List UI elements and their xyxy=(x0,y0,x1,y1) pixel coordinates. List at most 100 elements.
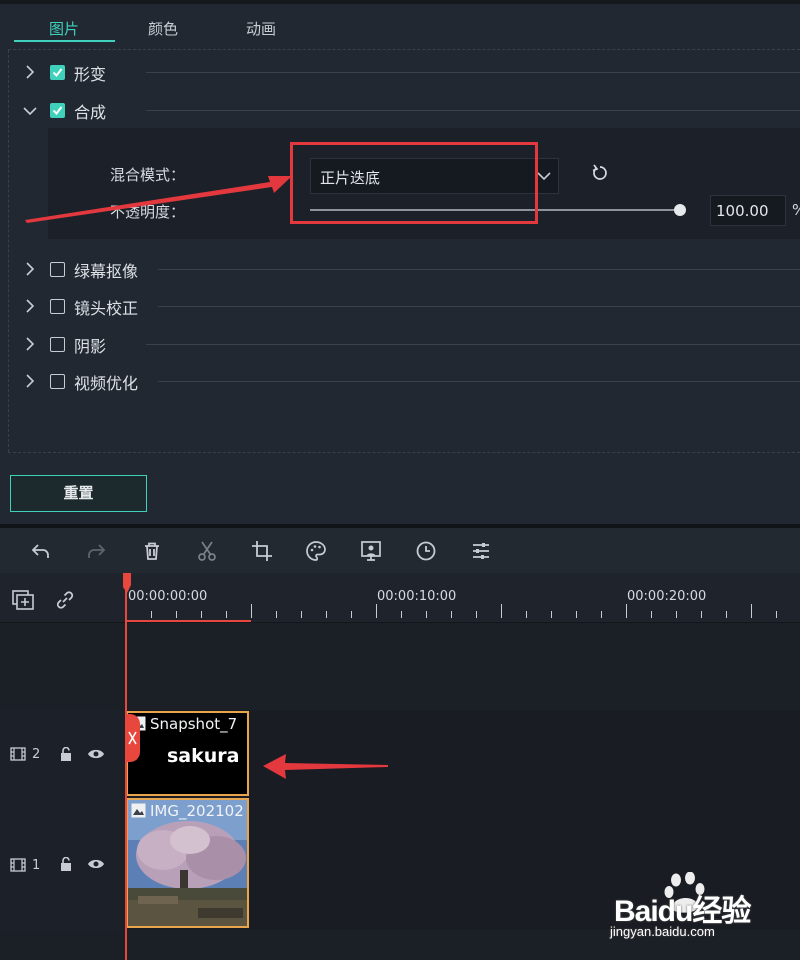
timecode-label: 00:00:10:00 xyxy=(377,589,457,604)
green-screen-icon[interactable] xyxy=(359,539,383,563)
section-shadow[interactable]: 阴影 xyxy=(0,330,800,360)
watermark-url: jingyan.baidu.com xyxy=(610,924,715,939)
tabs-divider xyxy=(8,49,800,50)
section-label: 阴影 xyxy=(74,337,107,356)
clip-text: sakura xyxy=(167,745,240,767)
ruler-tick xyxy=(401,611,402,618)
ruler-tick xyxy=(701,611,702,618)
color-palette-icon[interactable] xyxy=(304,539,328,563)
ruler-tick xyxy=(651,611,652,618)
clip-edit-marker[interactable] xyxy=(126,714,140,762)
lens-correction-checkbox[interactable] xyxy=(50,299,65,314)
chevron-right-icon[interactable] xyxy=(24,299,36,313)
properties-panel: 图片 颜色 动画 形变 合成 混合模式： 正片迭底 不透明度： 100.00 %… xyxy=(0,0,800,524)
link-icon[interactable] xyxy=(53,588,77,612)
timecode-label: 00:00:20:00 xyxy=(627,589,707,604)
playhead-handle[interactable] xyxy=(123,573,133,595)
film-icon xyxy=(10,858,26,872)
video-enhance-checkbox[interactable] xyxy=(50,374,65,389)
timeline-ruler[interactable]: 00:00:00:00 00:00:10:00 00:00:20:00 xyxy=(125,573,800,623)
chevron-right-icon[interactable] xyxy=(24,65,36,79)
opacity-input[interactable]: 100.00 xyxy=(710,195,786,226)
panel-top-edge xyxy=(0,0,800,4)
section-video-enhance[interactable]: 视频优化 xyxy=(0,367,800,397)
image-thumbnail-icon xyxy=(131,803,146,818)
section-divider xyxy=(146,72,800,73)
ruler-tick xyxy=(201,611,202,618)
undo-icon[interactable] xyxy=(29,539,53,563)
track-number: 1 xyxy=(32,858,41,873)
transform-checkbox[interactable] xyxy=(50,65,65,80)
ruler-tick xyxy=(376,604,377,618)
shadow-checkbox[interactable] xyxy=(50,337,65,352)
unlock-icon[interactable] xyxy=(59,857,73,872)
playhead[interactable] xyxy=(125,573,127,960)
track-header: 1 xyxy=(0,798,125,930)
section-transform[interactable]: 形变 xyxy=(0,58,800,88)
clip-title: Snapshot_7 xyxy=(150,715,238,733)
chroma-key-checkbox[interactable] xyxy=(50,262,65,277)
ruler-tick xyxy=(626,604,627,618)
section-divider xyxy=(146,110,800,111)
unlock-icon[interactable] xyxy=(59,747,73,762)
clip-snapshot[interactable]: Snapshot_7 sakura xyxy=(126,711,249,796)
timeline-toolbar xyxy=(0,528,800,573)
empty-track-area[interactable] xyxy=(0,623,800,710)
section-composite[interactable]: 合成 xyxy=(0,96,800,126)
ruler-tick xyxy=(226,611,227,618)
ruler-tick xyxy=(351,611,352,618)
section-label: 绿幕抠像 xyxy=(74,262,139,281)
composite-checkbox[interactable] xyxy=(50,103,65,118)
delete-icon[interactable] xyxy=(140,539,164,563)
opacity-value: 100.00 xyxy=(716,202,769,220)
adjust-sliders-icon[interactable] xyxy=(469,539,493,563)
section-lens-correction[interactable]: 镜头校正 xyxy=(0,292,800,322)
eye-icon[interactable] xyxy=(87,858,105,870)
tab-color[interactable]: 颜色 xyxy=(113,18,213,42)
panel-border-bottom xyxy=(8,452,800,453)
section-label: 视频优化 xyxy=(74,374,139,393)
section-label: 镜头校正 xyxy=(74,299,139,318)
ruler-tick xyxy=(676,611,677,618)
ruler-tick xyxy=(426,611,427,618)
chevron-down-icon[interactable] xyxy=(23,105,37,117)
film-icon xyxy=(10,747,26,761)
ruler-tick xyxy=(151,611,152,618)
clip-title: IMG_202102 xyxy=(150,802,244,820)
reset-icon[interactable] xyxy=(590,163,610,183)
crop-icon[interactable] xyxy=(250,539,274,563)
chevron-right-icon[interactable] xyxy=(24,374,36,388)
speed-clock-icon[interactable] xyxy=(414,539,438,563)
eye-icon[interactable] xyxy=(87,748,105,760)
chevron-right-icon[interactable] xyxy=(24,337,36,351)
ruler-tick xyxy=(451,611,452,618)
add-track-icon[interactable] xyxy=(11,588,35,612)
clip-image[interactable]: IMG_202102 xyxy=(126,798,249,928)
annotation-arrow xyxy=(25,176,292,223)
section-chroma-key[interactable]: 绿幕抠像 xyxy=(0,255,800,285)
opacity-unit: % xyxy=(792,201,800,219)
ruler-selection-bar xyxy=(125,620,251,622)
track-2[interactable]: 2 xyxy=(0,710,800,798)
ruler-tick xyxy=(301,611,302,618)
track-number: 2 xyxy=(32,747,41,762)
annotation-arrow xyxy=(263,754,388,779)
section-label: 合成 xyxy=(74,103,107,122)
ruler-tick xyxy=(251,604,252,618)
section-divider xyxy=(158,306,800,307)
tab-image[interactable]: 图片 xyxy=(14,18,114,42)
cut-icon[interactable] xyxy=(195,539,219,563)
active-tab-indicator xyxy=(14,40,115,42)
redo-icon[interactable] xyxy=(84,539,108,563)
reset-button[interactable]: 重置 xyxy=(10,475,147,512)
ruler-tick xyxy=(501,604,502,618)
timecode-label: 00:00:00:00 xyxy=(128,589,208,604)
opacity-slider-handle[interactable] xyxy=(674,204,686,216)
tab-animation[interactable]: 动画 xyxy=(211,18,311,42)
highlight-annotation-box xyxy=(290,142,538,224)
ruler-tick xyxy=(576,611,577,618)
section-label: 形变 xyxy=(74,65,107,84)
ruler-tick xyxy=(776,611,777,618)
ruler-tick xyxy=(276,611,277,618)
chevron-right-icon[interactable] xyxy=(24,262,36,276)
